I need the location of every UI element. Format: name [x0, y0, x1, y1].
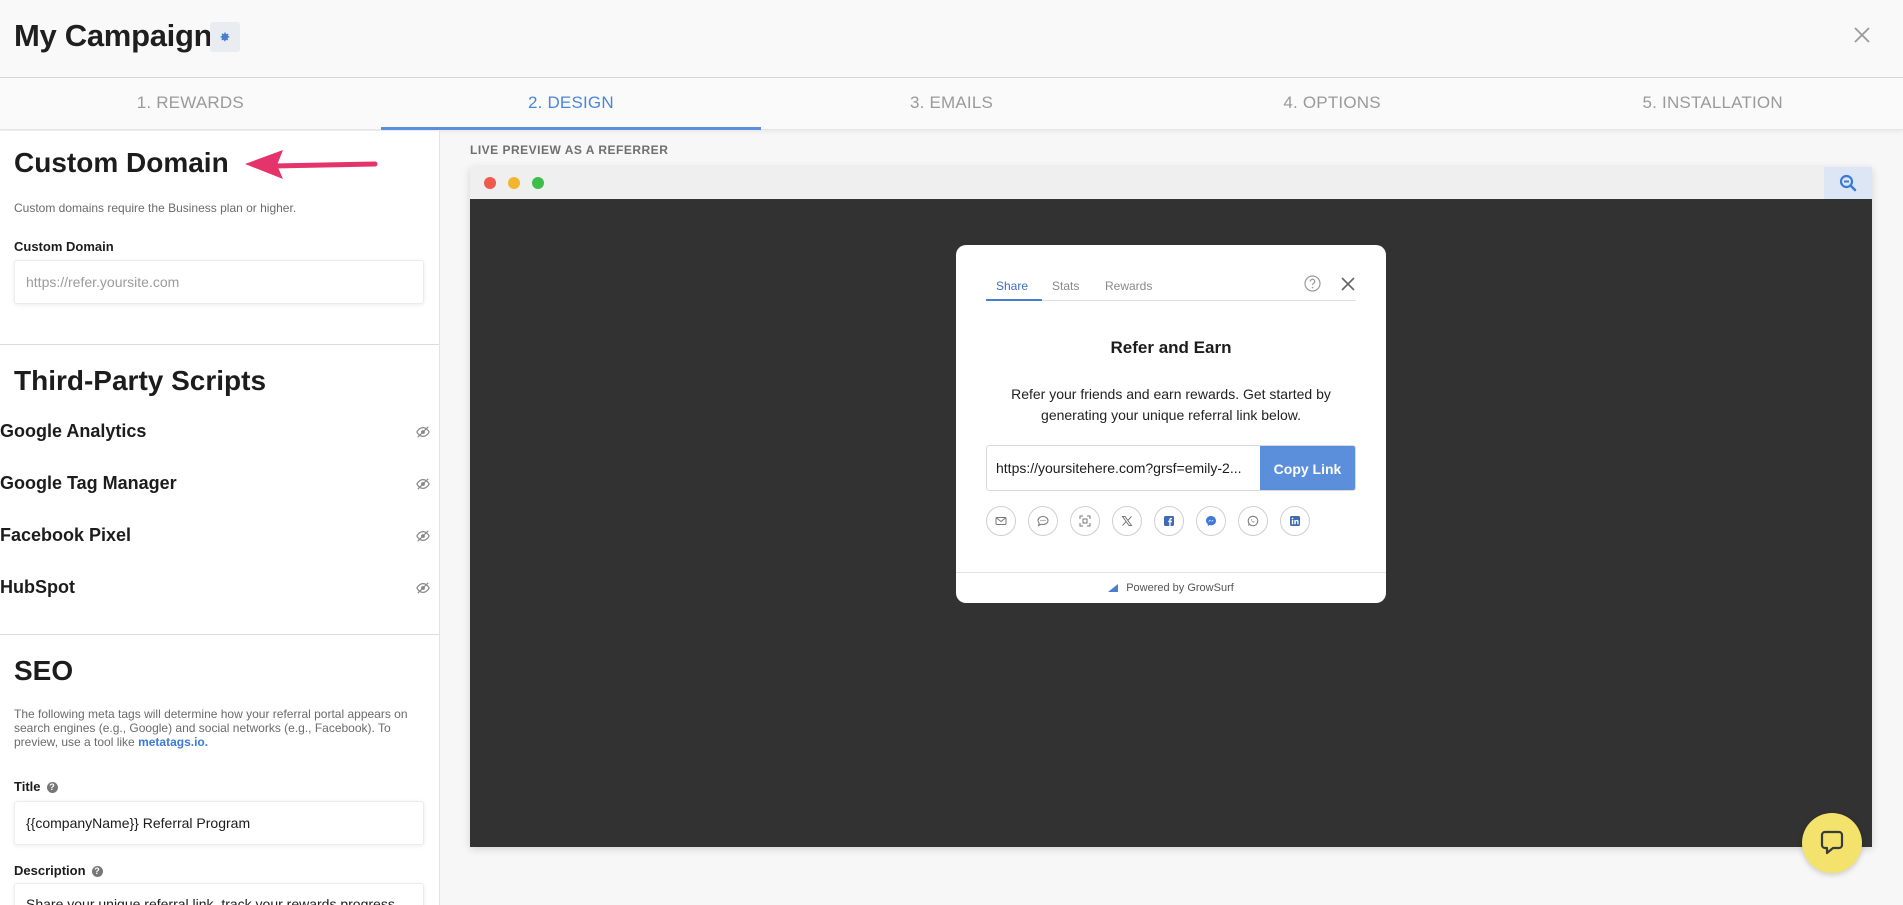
step-tabs: 1. REWARDS 2. DESIGN 3. EMAILS 4. OPTION…: [0, 78, 1903, 130]
modal-tab-share[interactable]: Share: [996, 279, 1028, 293]
preview-label: LIVE PREVIEW AS A REFERRER: [470, 143, 669, 157]
qr-code-icon: [1079, 515, 1091, 527]
zoom-out-button[interactable]: [1824, 167, 1872, 199]
page-title: My Campaign: [14, 18, 213, 53]
campaign-settings-button[interactable]: [210, 22, 240, 52]
whatsapp-icon: [1247, 515, 1259, 527]
share-facebook-button[interactable]: [1154, 506, 1184, 536]
seo-title-input[interactable]: [14, 801, 424, 845]
custom-domain-input[interactable]: [14, 260, 424, 304]
close-button[interactable]: [1851, 24, 1873, 46]
script-row-facebook-pixel[interactable]: Facebook Pixel: [0, 521, 439, 551]
modal-tab-stats[interactable]: Stats: [1052, 279, 1079, 293]
powered-by-footer[interactable]: Powered by GrowSurf: [956, 572, 1386, 603]
seo-description-label-text: Description: [14, 863, 86, 878]
script-row-google-tag-manager[interactable]: Google Tag Manager: [0, 469, 439, 499]
facebook-icon: [1164, 516, 1174, 526]
script-row-google-analytics[interactable]: Google Analytics: [0, 417, 439, 447]
script-label: HubSpot: [0, 577, 75, 597]
referral-link-field[interactable]: https://yoursitehere.com?grsf=emily-2...…: [986, 445, 1356, 491]
modal-tabs: Share Stats Rewards: [986, 271, 1356, 301]
eye-slash-icon[interactable]: [416, 425, 430, 439]
tab-rewards[interactable]: 1. REWARDS: [0, 78, 381, 129]
close-icon[interactable]: [1340, 276, 1356, 292]
seo-title-label-text: Title: [14, 779, 41, 794]
divider: [0, 344, 439, 345]
active-tab-indicator: [986, 299, 1042, 301]
modal-title: Refer and Earn: [1110, 338, 1232, 357]
share-email-button[interactable]: [986, 506, 1016, 536]
chat-bubble-icon: [1820, 830, 1844, 855]
script-label: Facebook Pixel: [0, 525, 132, 545]
referral-modal: Share Stats Rewards Refer and Earn Refer…: [956, 245, 1386, 603]
tab-options[interactable]: 4. OPTIONS: [1142, 78, 1523, 129]
script-label: Google Tag Manager: [0, 473, 177, 493]
design-settings-panel[interactable]: Custom Domain Custom domains require the…: [0, 131, 440, 905]
powered-by-text: Powered by GrowSurf: [1126, 582, 1234, 594]
seo-description-label: Description?: [14, 863, 103, 878]
script-row-hubspot[interactable]: HubSpot: [0, 573, 439, 603]
seo-note-text: The following meta tags will determine h…: [14, 707, 408, 749]
third-party-scripts-heading: Third-Party Scripts: [14, 365, 267, 396]
annotation-arrow-icon: [245, 150, 378, 179]
eye-slash-icon[interactable]: [416, 477, 430, 491]
share-x-button[interactable]: [1112, 506, 1142, 536]
modal-tab-rewards[interactable]: Rewards: [1105, 279, 1152, 293]
referral-link-text: https://yoursitehere.com?grsf=emily-2...: [996, 460, 1242, 476]
window-maximize-dot: [532, 177, 544, 189]
browser-toolbar: [470, 167, 1872, 199]
tab-installation[interactable]: 5. INSTALLATION: [1522, 78, 1903, 129]
copy-link-button[interactable]: Copy Link: [1260, 446, 1355, 490]
messenger-icon: [1206, 516, 1216, 526]
share-linkedin-button[interactable]: [1280, 506, 1310, 536]
eye-slash-icon[interactable]: [416, 529, 430, 543]
eye-slash-icon[interactable]: [416, 581, 430, 595]
tab-design[interactable]: 2. DESIGN: [380, 78, 762, 130]
zoom-out-icon: [1839, 174, 1857, 192]
metatags-link[interactable]: metatags.io.: [138, 735, 208, 749]
custom-domain-heading: Custom Domain: [14, 147, 229, 178]
divider: [0, 634, 439, 635]
help-icon[interactable]: ?: [91, 866, 103, 877]
sms-icon: [1037, 515, 1049, 527]
help-circle-icon[interactable]: [1304, 275, 1321, 292]
custom-domain-label: Custom Domain: [14, 239, 114, 254]
share-qr-button[interactable]: [1070, 506, 1100, 536]
share-whatsapp-button[interactable]: [1238, 506, 1268, 536]
tab-emails[interactable]: 3. EMAILS: [761, 78, 1142, 129]
seo-heading: SEO: [14, 655, 74, 686]
growsurf-logo-icon: [1108, 584, 1119, 592]
live-preview-window: Share Stats Rewards Refer and Earn Refer…: [470, 167, 1872, 847]
close-icon: [1854, 27, 1870, 43]
share-sms-button[interactable]: [1028, 506, 1058, 536]
linkedin-icon: [1290, 516, 1300, 526]
gear-icon: [220, 32, 230, 42]
modal-description: Refer your friends and earn rewards. Get…: [1011, 386, 1331, 423]
seo-title-label: Title?: [14, 779, 58, 794]
share-messenger-button[interactable]: [1196, 506, 1226, 536]
help-icon[interactable]: ?: [46, 782, 58, 793]
seo-note: The following meta tags will determine h…: [14, 707, 419, 749]
x-icon: [1121, 516, 1133, 526]
script-label: Google Analytics: [0, 421, 147, 441]
window-close-dot: [484, 177, 496, 189]
seo-description-input[interactable]: Share your unique referral link, track y…: [14, 883, 424, 905]
window-minimize-dot: [508, 177, 520, 189]
help-chat-button[interactable]: [1802, 813, 1862, 873]
email-icon: [995, 517, 1007, 525]
custom-domain-note: Custom domains require the Business plan…: [14, 201, 297, 215]
campaign-header: My Campaign: [0, 0, 1903, 78]
